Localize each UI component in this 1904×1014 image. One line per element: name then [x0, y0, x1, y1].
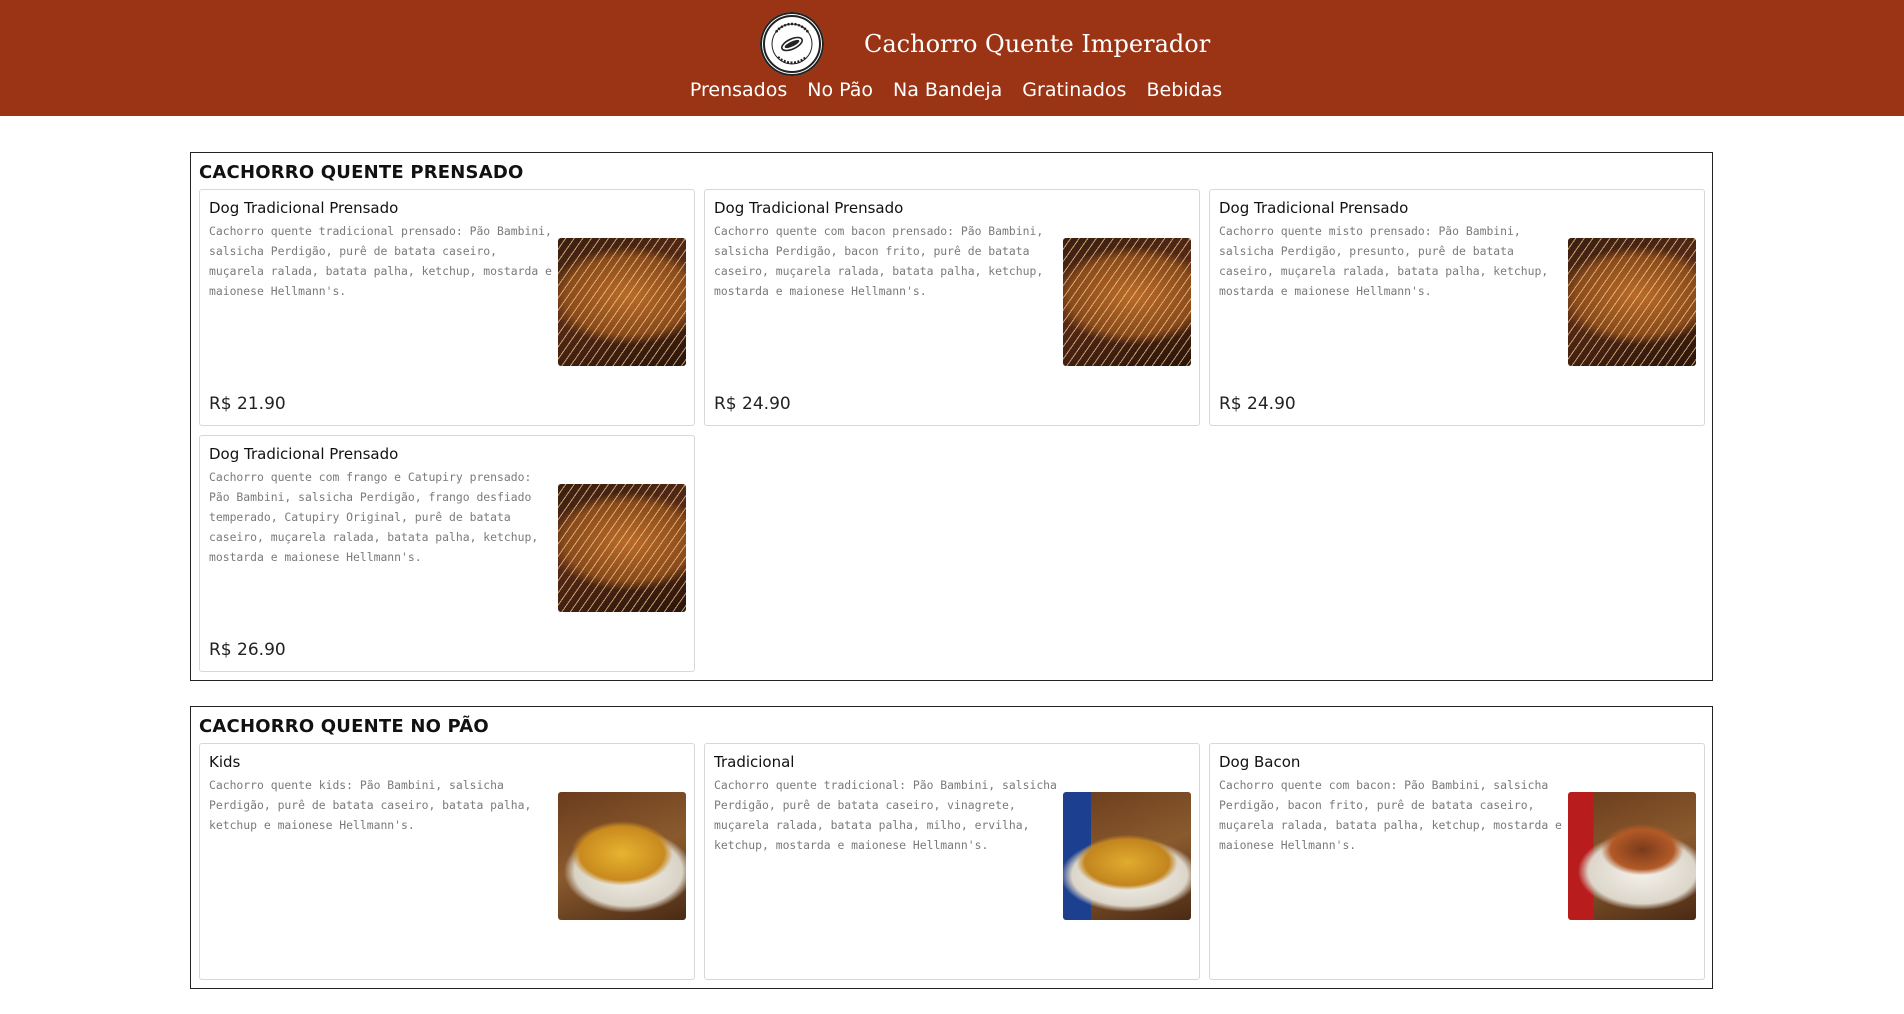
product-price: R$ 24.90 [714, 394, 791, 414]
product-description: Cachorro quente tradicional prensado: Pã… [209, 224, 552, 298]
pressed-hotdog-photo-icon [1568, 238, 1696, 366]
nav-prensados[interactable]: Prensados [690, 79, 787, 101]
product-name: Tradicional [714, 753, 795, 771]
product-card[interactable]: Dog Tradicional Prensado Cachorro quente… [1209, 189, 1705, 426]
product-grid: Dog Tradicional Prensado Cachorro quente… [199, 189, 1705, 672]
product-name: Dog Tradicional Prensado [1219, 199, 1409, 217]
product-name: Dog Tradicional Prensado [209, 199, 399, 217]
section-title: CACHORRO QUENTE PRENSADO [199, 162, 524, 183]
hotdog-with-soda-photo-icon [1063, 792, 1191, 920]
product-card[interactable]: Kids Cachorro quente kids: Pão Bambini, … [199, 743, 695, 980]
brand[interactable] [760, 12, 824, 76]
product-card[interactable]: Dog Tradicional Prensado Cachorro quente… [199, 435, 695, 672]
product-card[interactable]: Dog Tradicional Prensado Cachorro quente… [704, 189, 1200, 426]
product-description: Cachorro quente com bacon: Pão Bambini, … [1219, 778, 1562, 852]
hotdog-seal-logo-icon[interactable] [760, 12, 824, 76]
product-card[interactable]: Dog Bacon Cachorro quente com bacon: Pão… [1209, 743, 1705, 980]
product-description: Cachorro quente misto prensado: Pão Bamb… [1219, 224, 1549, 298]
hotdog-tray-photo-icon [558, 792, 686, 920]
pressed-hotdog-photo-icon [558, 484, 686, 612]
product-card[interactable]: Dog Tradicional Prensado Cachorro quente… [199, 189, 695, 426]
product-description: Cachorro quente kids: Pão Bambini, salsi… [209, 778, 532, 832]
product-description: Cachorro quente tradicional: Pão Bambini… [714, 778, 1057, 852]
section-prensados: CACHORRO QUENTE PRENSADO Dog Tradicional… [190, 152, 1713, 681]
site-header: Cachorro Quente Imperador Prensados No P… [0, 0, 1904, 116]
nav-no-pao[interactable]: No Pão [807, 79, 873, 101]
product-description: Cachorro quente com frango e Catupiry pr… [209, 470, 539, 564]
product-grid: Kids Cachorro quente kids: Pão Bambini, … [199, 743, 1705, 980]
product-price: R$ 24.90 [1219, 394, 1296, 414]
section-title: CACHORRO QUENTE NO PÃO [199, 716, 489, 737]
section-no-pao: CACHORRO QUENTE NO PÃO Kids Cachorro que… [190, 706, 1713, 989]
product-description: Cachorro quente com bacon prensado: Pão … [714, 224, 1044, 298]
site-title[interactable]: Cachorro Quente Imperador [864, 30, 1210, 58]
nav-na-bandeja[interactable]: Na Bandeja [893, 79, 1002, 101]
product-price: R$ 26.90 [209, 640, 286, 660]
pressed-hotdog-photo-icon [558, 238, 686, 366]
product-price: R$ 21.90 [209, 394, 286, 414]
product-name: Dog Tradicional Prensado [209, 445, 399, 463]
product-name: Dog Tradicional Prensado [714, 199, 904, 217]
nav-bebidas[interactable]: Bebidas [1146, 79, 1222, 101]
bacon-hotdog-photo-icon [1568, 792, 1696, 920]
product-card[interactable]: Tradicional Cachorro quente tradicional:… [704, 743, 1200, 980]
main-nav: Prensados No Pão Na Bandeja Gratinados B… [0, 79, 1904, 101]
product-name: Kids [209, 753, 241, 771]
menu-content: CACHORRO QUENTE PRENSADO Dog Tradicional… [190, 152, 1713, 1014]
pressed-hotdog-photo-icon [1063, 238, 1191, 366]
product-name: Dog Bacon [1219, 753, 1301, 771]
nav-gratinados[interactable]: Gratinados [1022, 79, 1126, 101]
